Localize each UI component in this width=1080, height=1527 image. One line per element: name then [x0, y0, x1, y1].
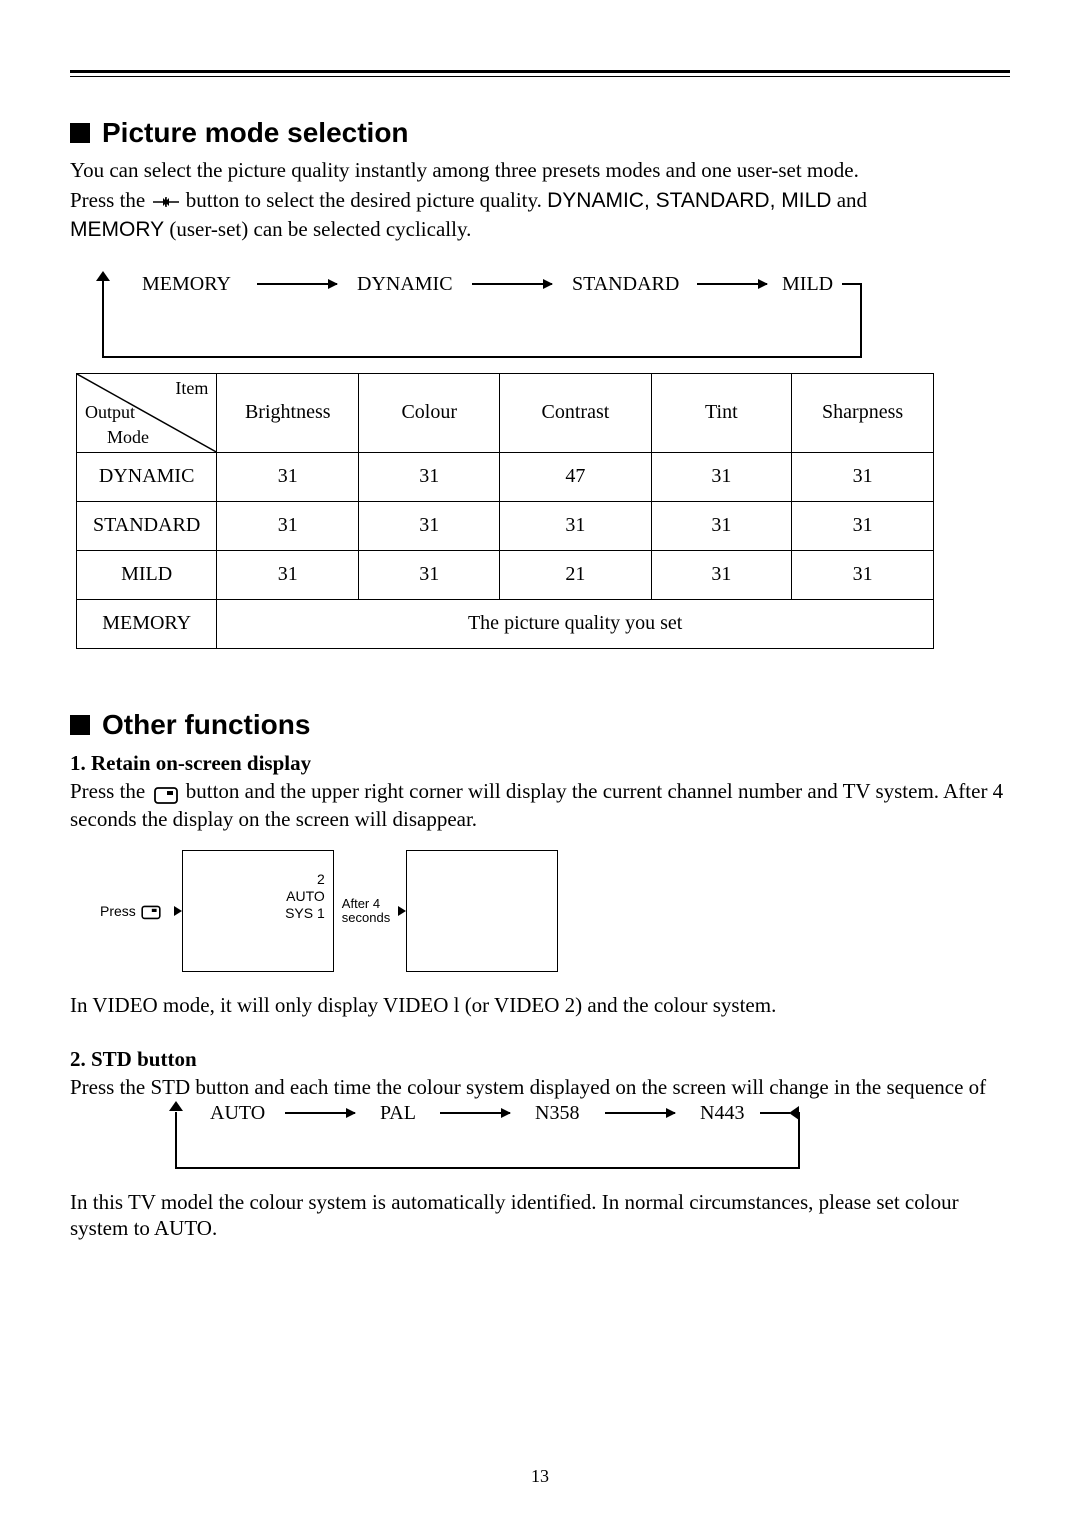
- value-cell: 31: [359, 550, 500, 599]
- value-cell: 31: [651, 452, 792, 501]
- picture-mode-button-icon: [153, 189, 179, 215]
- subheading-std-button: 2. STD button: [70, 1047, 1010, 1072]
- table-corner-cell: Item Output Mode: [77, 373, 217, 452]
- text: Press the: [70, 779, 145, 803]
- cycle-item: STANDARD: [572, 273, 679, 296]
- tv-screen-with-osd: 2 AUTO SYS 1: [182, 850, 334, 972]
- value-cell: 31: [217, 550, 359, 599]
- display-button-icon: [140, 903, 162, 920]
- paragraph: In this TV model the colour system is au…: [70, 1189, 1010, 1242]
- text: and: [831, 188, 867, 212]
- table-row: MILD 31 31 21 31 31: [77, 550, 934, 599]
- table-row: STANDARD 31 31 31 31 31: [77, 501, 934, 550]
- value-cell: 31: [359, 452, 500, 501]
- memory-row-text: The picture quality you set: [217, 599, 934, 648]
- text-modes: DYNAMIC, STANDARD, MILD: [547, 189, 831, 212]
- std-cycle-diagram: AUTO PAL N358 N443: [160, 1104, 800, 1149]
- table-row: DYNAMIC 31 31 47 31 31: [77, 452, 934, 501]
- paragraph: You can select the picture quality insta…: [70, 157, 1010, 183]
- text: button and the upper right corner will d…: [70, 779, 1003, 831]
- corner-label-mode: Mode: [107, 427, 149, 448]
- table-header: Tint: [651, 373, 792, 452]
- corner-label-item: Item: [175, 378, 208, 399]
- value-cell: 21: [500, 550, 651, 599]
- text: Press: [100, 903, 136, 919]
- display-button-icon: [153, 780, 179, 806]
- page-number: 13: [0, 1466, 1080, 1487]
- mode-cell: MEMORY: [77, 599, 217, 648]
- paragraph: Press the button to select the desired p…: [70, 187, 1010, 243]
- value-cell: 31: [500, 501, 651, 550]
- cycle-item: N358: [535, 1102, 579, 1125]
- section-title-text: Other functions: [102, 709, 310, 741]
- table-header: Contrast: [500, 373, 651, 452]
- value-cell: 47: [500, 452, 651, 501]
- text: (user-set) can be selected cyclically.: [164, 217, 471, 241]
- section-title-picture-mode: Picture mode selection: [70, 117, 1010, 149]
- mode-cell: STANDARD: [77, 501, 217, 550]
- paragraph: Press the STD button and each time the c…: [70, 1074, 1010, 1100]
- cycle-item: N443: [700, 1102, 744, 1125]
- section-title-other-functions: Other functions: [70, 709, 1010, 741]
- table-header: Sharpness: [792, 373, 934, 452]
- picture-mode-cycle-diagram: MEMORY DYNAMIC STANDARD MILD: [82, 273, 1010, 333]
- tv-screen-blank: [406, 850, 558, 972]
- text: You can select the picture quality insta…: [70, 158, 859, 182]
- text: After 4: [342, 897, 390, 911]
- osd-diagram: Press 2 AUTO SYS 1 After 4 seconds: [100, 850, 1010, 972]
- cycle-item: DYNAMIC: [357, 273, 453, 296]
- value-cell: 31: [792, 501, 934, 550]
- value-cell: 31: [359, 501, 500, 550]
- text: Press the: [70, 188, 145, 212]
- text-memory: MEMORY: [70, 218, 164, 241]
- text: button to select the desired picture qua…: [186, 188, 542, 212]
- arrow-right-icon: [398, 906, 406, 916]
- cycle-item: AUTO: [210, 1102, 265, 1125]
- osd-press-label: Press: [100, 903, 164, 920]
- table-header: Colour: [359, 373, 500, 452]
- value-cell: 31: [217, 501, 359, 550]
- value-cell: 31: [651, 550, 792, 599]
- paragraph: Press the button and the upper right cor…: [70, 778, 1010, 833]
- arrow-right-icon: [174, 906, 182, 916]
- osd-channel-number: 2: [285, 871, 325, 888]
- after-4-seconds-label: After 4 seconds: [342, 897, 390, 926]
- cycle-item: MILD: [782, 273, 833, 296]
- page-top-rule: [70, 70, 1010, 77]
- picture-mode-table: Item Output Mode Brightness Colour Contr…: [76, 373, 934, 649]
- value-cell: 31: [651, 501, 792, 550]
- section-title-text: Picture mode selection: [102, 117, 409, 149]
- table-row: MEMORY The picture quality you set: [77, 599, 934, 648]
- value-cell: 31: [792, 452, 934, 501]
- table-header: Brightness: [217, 373, 359, 452]
- cycle-item: PAL: [380, 1102, 416, 1125]
- mode-cell: DYNAMIC: [77, 452, 217, 501]
- bullet-square-icon: [70, 715, 90, 735]
- bullet-square-icon: [70, 123, 90, 143]
- paragraph: In VIDEO mode, it will only display VIDE…: [70, 992, 1010, 1018]
- mode-cell: MILD: [77, 550, 217, 599]
- osd-sound-system: SYS 1: [285, 905, 325, 922]
- text: seconds: [342, 911, 390, 925]
- cycle-item: MEMORY: [142, 273, 231, 296]
- subheading-retain-osd: 1. Retain on-screen display: [70, 751, 1010, 776]
- value-cell: 31: [217, 452, 359, 501]
- value-cell: 31: [792, 550, 934, 599]
- corner-label-output: Output: [85, 402, 135, 423]
- osd-colour-system: AUTO: [285, 888, 325, 905]
